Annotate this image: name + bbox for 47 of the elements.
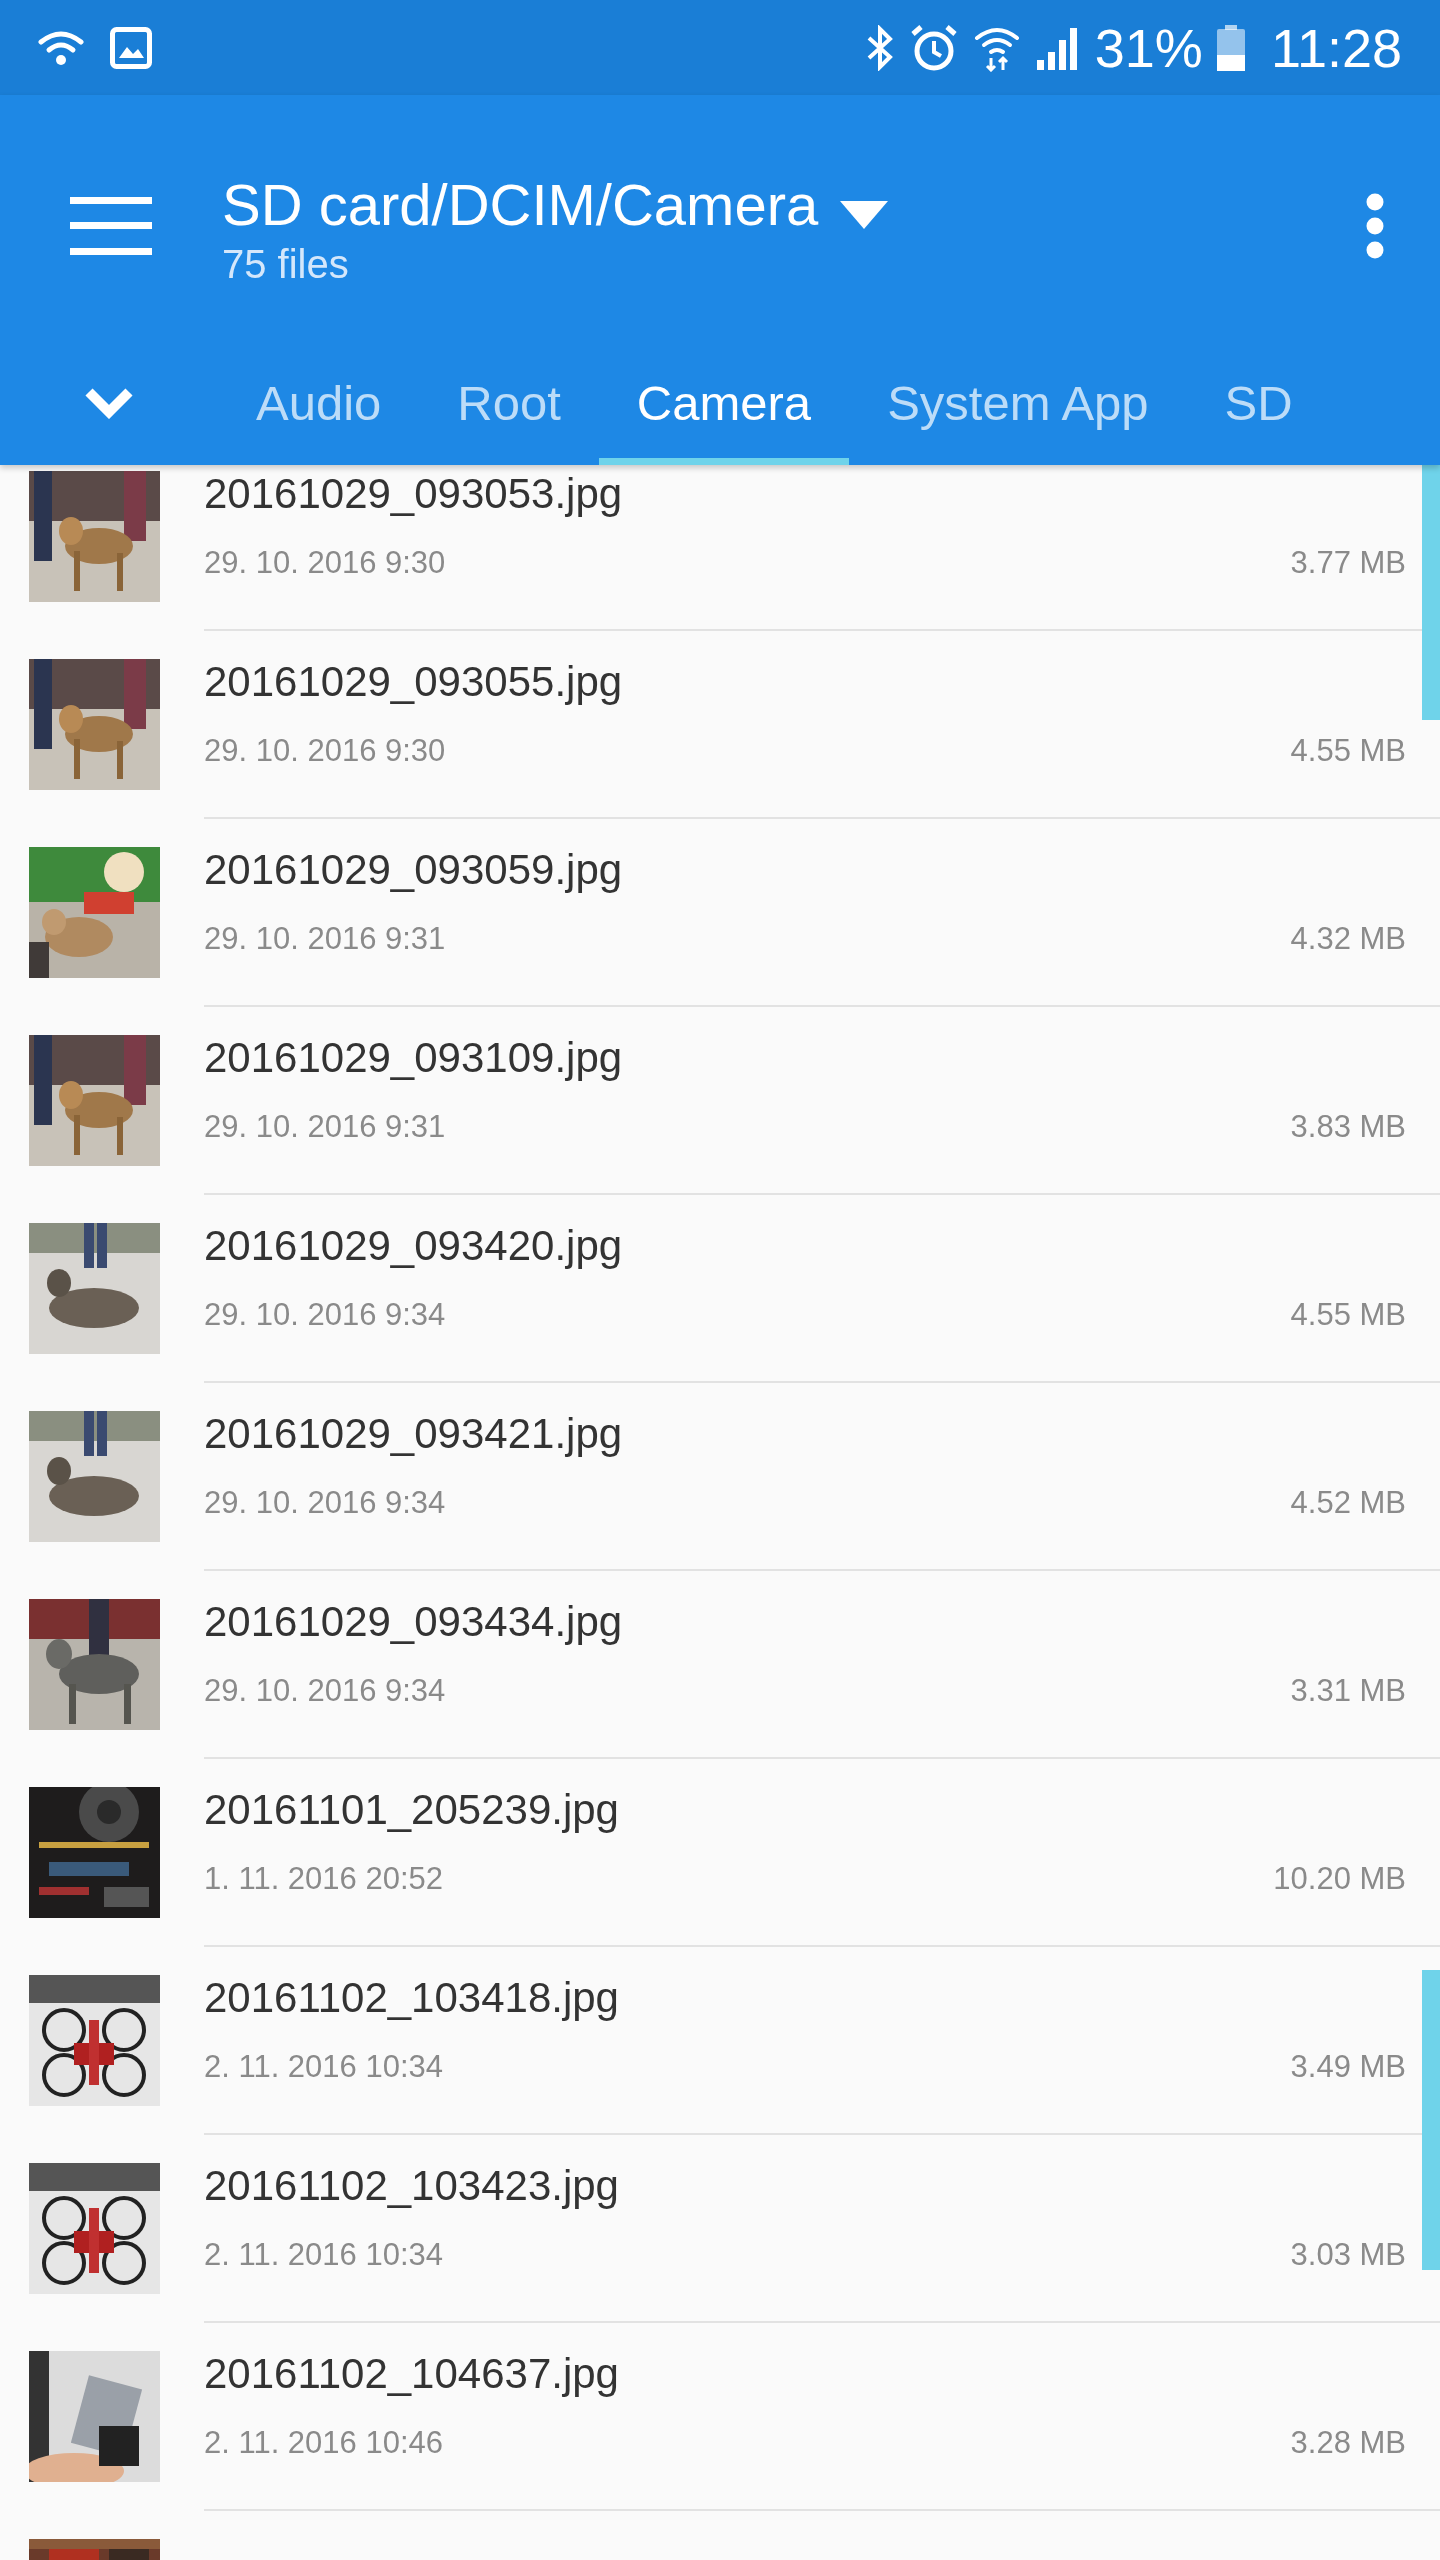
file-size: 4.55 MB bbox=[1290, 733, 1406, 770]
file-name[interactable]: 20161101_205239.jpg bbox=[204, 1785, 1406, 1836]
scrollbar[interactable] bbox=[1422, 465, 1440, 720]
file-name[interactable]: 20161029_093420.jpg bbox=[204, 1221, 1406, 1272]
chevron-down-icon[interactable] bbox=[84, 386, 134, 419]
file-name[interactable]: 20161029_093055.jpg bbox=[204, 657, 1406, 708]
file-size: 3.31 MB bbox=[1290, 1673, 1406, 1710]
file-name[interactable]: 20161029_093053.jpg bbox=[204, 469, 1406, 520]
dropdown-icon[interactable] bbox=[840, 201, 889, 230]
file-date: 1. 11. 2016 20:52 bbox=[204, 1861, 444, 1898]
menu-icon[interactable] bbox=[70, 197, 152, 255]
scrollbar[interactable] bbox=[1422, 1970, 1440, 2270]
file-name[interactable]: 20161102_103423.jpg bbox=[204, 2161, 1406, 2212]
file-count: 75 files bbox=[222, 241, 350, 287]
file-date: 29. 10. 2016 9:30 bbox=[204, 545, 446, 582]
wifi-icon bbox=[38, 29, 84, 66]
battery-icon bbox=[1216, 24, 1245, 71]
file-date: 29. 10. 2016 9:34 bbox=[204, 1297, 446, 1334]
clock-time: 11:28 bbox=[1270, 20, 1402, 75]
file-size: 3.83 MB bbox=[1290, 1109, 1406, 1146]
folder-path[interactable]: SD card/DCIM/Camera bbox=[222, 175, 819, 236]
file-size: 3.03 MB bbox=[1290, 2237, 1406, 2274]
file-size: 4.32 MB bbox=[1290, 921, 1406, 958]
file-name[interactable]: 20161029_093434.jpg bbox=[204, 1597, 1406, 1648]
tab[interactable]: Camera bbox=[598, 340, 850, 465]
file-date: 2. 11. 2016 10:34 bbox=[204, 2237, 444, 2274]
file-name[interactable]: 20161102_103418.jpg bbox=[204, 1973, 1406, 2024]
file-size: 3.49 MB bbox=[1290, 2049, 1406, 2086]
file-date: 2. 11. 2016 10:34 bbox=[204, 2049, 444, 2086]
file-size: 4.55 MB bbox=[1290, 1297, 1406, 1334]
file-name[interactable]: 20161029_093109.jpg bbox=[204, 1033, 1406, 1084]
battery-percent: 31% bbox=[1094, 20, 1203, 75]
file-size: 10.20 MB bbox=[1273, 1861, 1406, 1898]
file-date: 2. 11. 2016 10:46 bbox=[204, 2425, 444, 2462]
file-date: 29. 10. 2016 9:31 bbox=[204, 1109, 446, 1146]
file-size: 3.28 MB bbox=[1290, 2425, 1406, 2462]
file-date: 29. 10. 2016 9:31 bbox=[204, 921, 446, 958]
file-date: 29. 10. 2016 9:34 bbox=[204, 1485, 446, 1522]
file-date: 29. 10. 2016 9:30 bbox=[204, 733, 446, 770]
file-name[interactable]: 20161102_104637.jpg bbox=[204, 2349, 1406, 2400]
file-name[interactable]: 20161029_093059.jpg bbox=[204, 845, 1406, 896]
image-icon bbox=[110, 26, 152, 69]
file-name[interactable]: 20161029_093421.jpg bbox=[204, 1409, 1406, 1460]
file-size: 4.52 MB bbox=[1290, 1485, 1406, 1522]
more-options-icon[interactable] bbox=[1365, 193, 1385, 259]
file-date: 29. 10. 2016 9:34 bbox=[204, 1673, 446, 1710]
file-size: 3.77 MB bbox=[1290, 545, 1406, 582]
